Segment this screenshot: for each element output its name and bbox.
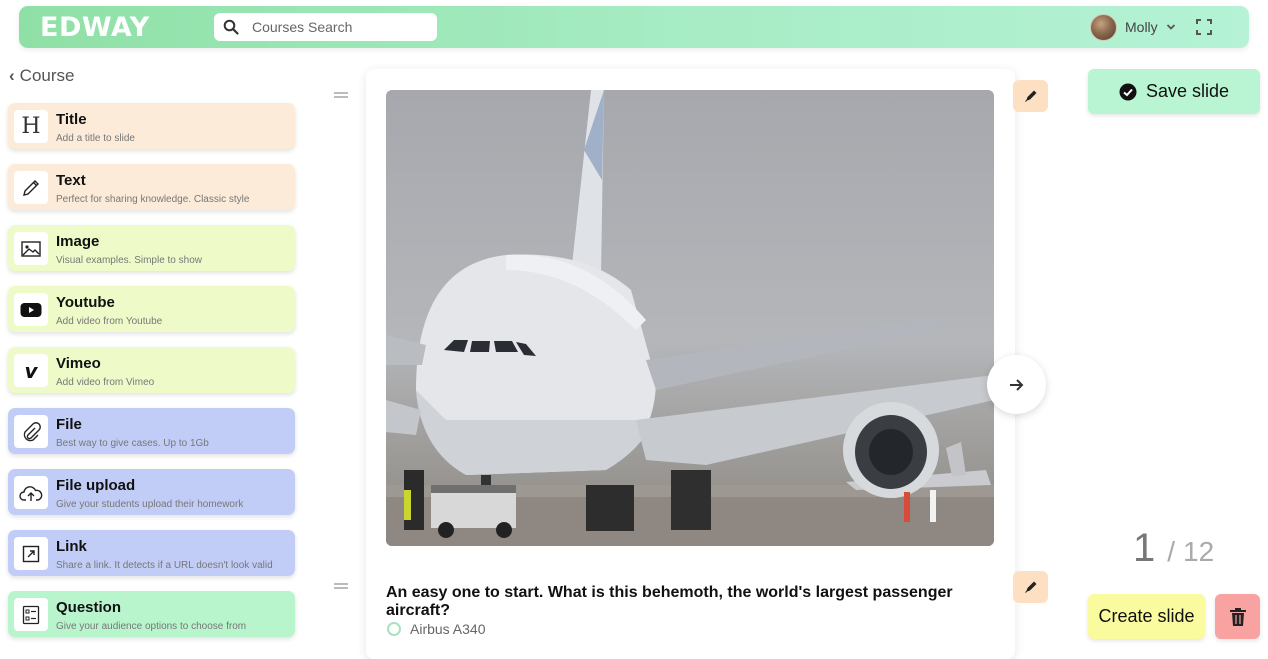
question-text: An easy one to start. What is this behem… — [386, 584, 953, 619]
block-description: Perfect for sharing knowledge. Classic s… — [56, 194, 250, 205]
arrow-right-icon — [1009, 378, 1023, 391]
current-slide-number: 1 — [1133, 526, 1156, 570]
search-input[interactable] — [252, 17, 432, 37]
block-text[interactable]: Text Perfect for sharing knowledge. Clas… — [8, 164, 295, 210]
external-link-icon — [14, 537, 48, 570]
answer-option-label: Airbus A340 — [410, 621, 486, 637]
drag-handle-image[interactable] — [334, 92, 348, 98]
save-slide-button[interactable]: Save slide — [1088, 69, 1260, 114]
top-bar: EDWAY Molly — [19, 6, 1249, 48]
search-box[interactable] — [214, 13, 437, 41]
block-link[interactable]: Link Share a link. It detects if a URL d… — [8, 530, 295, 576]
block-description: Share a link. It detects if a URL doesn'… — [56, 560, 273, 571]
create-slide-label: Create slide — [1098, 606, 1195, 626]
block-vimeo[interactable]: v Vimeo Add video from Vimeo — [8, 347, 295, 393]
create-slide-button[interactable]: Create slide — [1088, 594, 1205, 639]
radio-button[interactable] — [387, 622, 401, 636]
next-slide-button[interactable] — [987, 355, 1046, 414]
block-label: File — [56, 416, 82, 433]
block-description: Add video from Vimeo — [56, 377, 155, 388]
slide-image — [386, 90, 994, 546]
fullscreen-icon[interactable] — [1196, 19, 1212, 35]
slide-counter: 1 / 12 — [1133, 526, 1214, 571]
back-to-course-link[interactable]: ‹ Course — [9, 66, 74, 86]
slide-card: An easy one to start. What is this behem… — [366, 69, 1015, 659]
block-image[interactable]: Image Visual examples. Simple to show — [8, 225, 295, 271]
block-description: Visual examples. Simple to show — [56, 255, 202, 266]
paperclip-icon — [14, 415, 48, 448]
user-menu[interactable]: Molly — [1090, 13, 1176, 41]
block-file[interactable]: File Best way to give cases. Up to 1Gb — [8, 408, 295, 454]
block-label: Text — [56, 172, 86, 189]
user-name: Molly — [1125, 19, 1158, 35]
back-label: Course — [19, 66, 75, 85]
youtube-icon — [14, 293, 48, 326]
save-slide-label: Save slide — [1145, 81, 1230, 101]
block-file-upload[interactable]: File upload Give your students upload th… — [8, 469, 295, 515]
image-icon — [14, 232, 48, 265]
block-label: File upload — [56, 477, 136, 494]
counter-separator: / — [1167, 536, 1176, 567]
block-youtube[interactable]: Youtube Add video from Youtube — [8, 286, 295, 332]
marker-icon — [1024, 90, 1036, 102]
edit-image-button[interactable] — [1013, 80, 1048, 112]
marker-icon — [1024, 581, 1036, 593]
airplane-image — [386, 90, 994, 546]
trash-icon — [1229, 607, 1246, 626]
delete-slide-button[interactable] — [1215, 594, 1260, 639]
drag-handle-question[interactable] — [334, 583, 348, 589]
block-description: Give your students upload their homework — [56, 499, 244, 510]
chevron-down-icon — [1166, 24, 1175, 30]
block-description: Give your audience options to choose fro… — [56, 621, 247, 632]
edit-question-button[interactable] — [1013, 571, 1048, 603]
pencil-icon — [14, 171, 48, 204]
avatar — [1090, 13, 1117, 41]
chevron-left-icon: ‹ — [9, 66, 15, 85]
block-label: Link — [56, 538, 87, 555]
answer-option[interactable]: Airbus A340 — [387, 621, 486, 637]
block-label: Title — [56, 111, 87, 128]
block-description: Add a title to slide — [56, 133, 135, 144]
total-slides: 12 — [1183, 536, 1215, 567]
block-question[interactable]: Question Give your audience options to c… — [8, 591, 295, 637]
block-description: Best way to give cases. Up to 1Gb — [56, 438, 209, 449]
block-title[interactable]: H Title Add a title to slide — [8, 103, 295, 149]
block-label: Youtube — [56, 294, 115, 311]
block-label: Vimeo — [56, 355, 101, 372]
logo[interactable]: EDWAY — [40, 12, 150, 43]
block-label: Question — [56, 599, 122, 616]
checklist-icon — [14, 598, 48, 631]
cloud-upload-icon — [14, 476, 48, 509]
vimeo-icon: v — [14, 354, 48, 387]
heading-icon: H — [14, 110, 48, 143]
search-icon — [223, 19, 239, 35]
block-label: Image — [56, 233, 100, 250]
block-description: Add video from Youtube — [56, 316, 163, 327]
check-circle-icon — [1119, 83, 1137, 100]
